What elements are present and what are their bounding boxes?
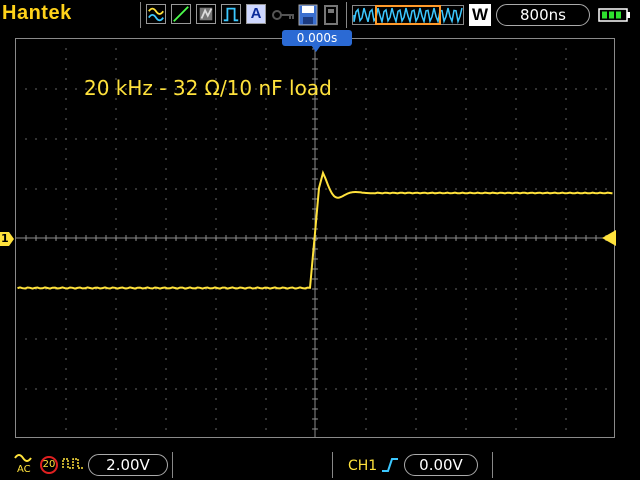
toolbar-divider (140, 2, 141, 28)
bandwidth-limit-badge[interactable]: 20 (40, 456, 58, 474)
memory-overview-bar[interactable] (352, 5, 464, 25)
trigger-level-marker-icon[interactable] (602, 230, 616, 246)
ac-coupling-icon (14, 454, 32, 462)
acquire-mode-icon[interactable]: A (246, 4, 266, 24)
ch1-marker-label: 1 (1, 232, 9, 245)
timebase-readout[interactable]: 800ns (496, 4, 590, 26)
trigger-source-label[interactable]: CH1 (348, 458, 377, 474)
ch1-volts-per-div[interactable]: 2.00V (88, 454, 168, 476)
bottom-status-bar: AC 20 2.00V CH1 0.00V (0, 450, 640, 480)
trigger-position-marker-icon (311, 45, 321, 52)
battery-icon (598, 8, 630, 22)
pulse-wave-icon[interactable] (221, 4, 241, 24)
ramp-wave-icon[interactable] (171, 4, 191, 24)
statusbar-divider (492, 452, 493, 478)
square-wave-probe-icon (62, 458, 83, 469)
persistence-icon[interactable] (196, 4, 216, 24)
annotation-text: 20 kHz - 32 Ω/10 nF load (84, 76, 332, 100)
brand-logo: Hantek (2, 2, 72, 24)
trigger-position-readout[interactable]: 0.000s (282, 30, 352, 46)
rising-edge-icon[interactable] (381, 457, 399, 473)
window-mode-indicator[interactable]: W (469, 4, 491, 26)
statusbar-divider (332, 452, 333, 478)
usb-device-icon (324, 5, 338, 25)
statusbar-divider (172, 452, 173, 478)
sine-wave-icon[interactable] (146, 4, 166, 24)
ch1-coupling-label: AC (17, 464, 31, 475)
key-icon (272, 10, 294, 20)
save-disk-icon[interactable] (298, 4, 318, 26)
top-status-bar: Hantek A W 800ns (0, 0, 640, 30)
trigger-level-readout[interactable]: 0.00V (404, 454, 478, 476)
toolbar-divider (346, 2, 347, 28)
